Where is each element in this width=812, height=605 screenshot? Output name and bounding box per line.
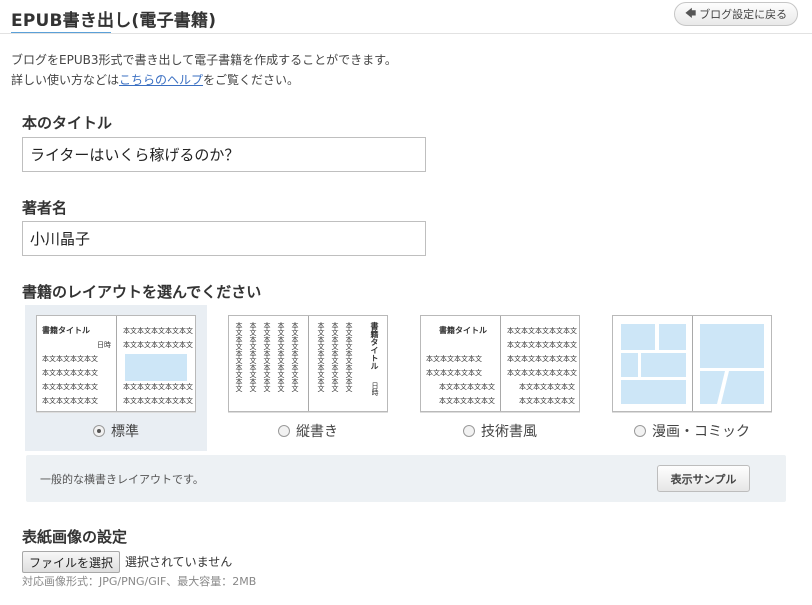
thumb-text: 本文本文本文本文 bbox=[426, 355, 482, 363]
thumb-book-title: 書籍タイトル bbox=[42, 326, 90, 335]
thumb-text: 本文本文本文本文本文 bbox=[507, 355, 577, 363]
radio-button[interactable] bbox=[278, 425, 290, 437]
thumb-text: 本文本文本文本文 bbox=[42, 355, 98, 363]
file-status: 選択されていません bbox=[125, 555, 233, 569]
thumb-text: 本文本文本文本文本文 bbox=[123, 327, 193, 335]
comic-panels-graphic bbox=[621, 324, 764, 404]
intro-line-2: 詳しい使い方などはこちらのヘルプをご覧ください。 bbox=[11, 70, 397, 90]
layout-section-label: 書籍のレイアウトを選んでください bbox=[22, 283, 262, 301]
thumb-text: 本文本文本文本文 bbox=[519, 397, 575, 405]
layout-option-vertical[interactable]: 本文本文本文本文本文 本文本文本文本文本文 本文本文本文本文本文 本文本文本文本… bbox=[217, 305, 399, 451]
layout-description: 一般的な横書きレイアウトです。 bbox=[40, 473, 204, 486]
book-title-label: 本のタイトル bbox=[22, 114, 113, 132]
comic-layout-thumbnail bbox=[612, 315, 772, 412]
thumb-text: 本文本文本文本文 bbox=[42, 369, 98, 377]
thumb-text-col: 本文本文本文本文本文 bbox=[263, 322, 271, 392]
author-label: 著者名 bbox=[22, 199, 68, 217]
choose-file-button[interactable]: ファイルを選択 bbox=[22, 551, 121, 573]
intro-prefix: 詳しい使い方などは bbox=[11, 73, 120, 87]
thumb-text: 本文本文本文本文本文 bbox=[123, 397, 193, 405]
thumb-book-title-vertical: 書籍タイトル bbox=[370, 322, 379, 370]
back-button-label: ブログ設定に戻る bbox=[699, 8, 788, 21]
book-title-input[interactable] bbox=[22, 137, 426, 172]
vertical-layout-thumbnail: 本文本文本文本文本文 本文本文本文本文本文 本文本文本文本文本文 本文本文本文本… bbox=[228, 315, 388, 412]
layout-options: 書籍タイトル 日時 本文本文本文本文 本文本文本文本文 本文本文本文本文 本文本… bbox=[25, 305, 785, 451]
help-link[interactable]: こちらのヘルプ bbox=[119, 73, 203, 87]
layout-option-label: 技術書風 bbox=[481, 424, 537, 440]
thumb-date: 日時 bbox=[97, 341, 111, 349]
cover-image-label: 表紙画像の設定 bbox=[22, 528, 128, 546]
show-sample-button[interactable]: 表示サンプル bbox=[657, 465, 750, 492]
thumb-text-col: 本文本文本文本文本文 bbox=[345, 322, 353, 392]
thumb-text: 本文本文本文本文 bbox=[42, 383, 98, 391]
thumb-book-title: 書籍タイトル bbox=[439, 326, 487, 335]
layout-description-box: 一般的な横書きレイアウトです。 表示サンプル bbox=[26, 455, 786, 502]
thumb-text-col: 本文本文本文本文本文 bbox=[291, 322, 299, 392]
radio-button-selected[interactable] bbox=[93, 425, 105, 437]
radio-button[interactable] bbox=[463, 425, 475, 437]
layout-option-label: 縦書き bbox=[296, 424, 338, 440]
radio-button[interactable] bbox=[634, 425, 646, 437]
thumb-text: 本文本文本文本文本文 bbox=[507, 327, 577, 335]
thumb-text-col: 本文本文本文本文本文 bbox=[235, 322, 243, 392]
thumb-image-placeholder bbox=[125, 354, 187, 381]
intro-suffix: をご覧ください。 bbox=[203, 73, 300, 87]
layout-option-standard[interactable]: 書籍タイトル 日時 本文本文本文本文 本文本文本文本文 本文本文本文本文 本文本… bbox=[25, 305, 207, 451]
standard-layout-thumbnail: 書籍タイトル 日時 本文本文本文本文 本文本文本文本文 本文本文本文本文 本文本… bbox=[36, 315, 196, 412]
intro-text: ブログをEPUB3形式で書き出して電子書籍を作成することができます。 詳しい使い… bbox=[11, 50, 397, 90]
thumb-text: 本文本文本文本文 bbox=[42, 397, 98, 405]
thumb-text: 本文本文本文本文 bbox=[519, 383, 575, 391]
back-to-blog-settings-button[interactable]: 🡄 ブログ設定に戻る bbox=[674, 2, 798, 26]
thumb-text: 本文本文本文本文 bbox=[439, 383, 495, 391]
page-title: EPUB書き出し(電子書籍) bbox=[11, 11, 217, 31]
thumb-text: 本文本文本文本文 bbox=[439, 397, 495, 405]
file-format-note: 対応画像形式：JPG/PNG/GIF、最大容量：2MB bbox=[22, 575, 257, 588]
thumb-text-col: 本文本文本文本文本文 bbox=[331, 322, 339, 392]
thumb-text-col: 本文本文本文本文本文 bbox=[317, 322, 325, 392]
thumb-date: 日時 bbox=[371, 382, 379, 396]
thumb-text: 本文本文本文本文本文 bbox=[123, 341, 193, 349]
layout-option-technical[interactable]: 書籍タイトル 本文本文本文本文 本文本文本文本文 本文本文本文本文 本文本文本文… bbox=[409, 305, 591, 451]
thumb-text: 本文本文本文本文本文 bbox=[507, 341, 577, 349]
intro-line-1: ブログをEPUB3形式で書き出して電子書籍を作成することができます。 bbox=[11, 53, 397, 67]
layout-option-label: 標準 bbox=[111, 424, 139, 440]
layout-option-label: 漫画・コミック bbox=[652, 424, 750, 440]
thumb-text: 本文本文本文本文 bbox=[426, 369, 482, 377]
layout-option-comic[interactable]: 漫画・コミック bbox=[601, 305, 783, 451]
technical-layout-thumbnail: 書籍タイトル 本文本文本文本文 本文本文本文本文 本文本文本文本文 本文本文本文… bbox=[420, 315, 580, 412]
thumb-text-col: 本文本文本文本文本文 bbox=[249, 322, 257, 392]
header-divider bbox=[0, 33, 812, 34]
thumb-text: 本文本文本文本文本文 bbox=[123, 383, 193, 391]
author-input[interactable] bbox=[22, 221, 426, 256]
arrow-left-icon: 🡄 bbox=[684, 6, 697, 20]
thumb-text-col: 本文本文本文本文本文 bbox=[277, 322, 285, 392]
thumb-text: 本文本文本文本文本文 bbox=[507, 369, 577, 377]
